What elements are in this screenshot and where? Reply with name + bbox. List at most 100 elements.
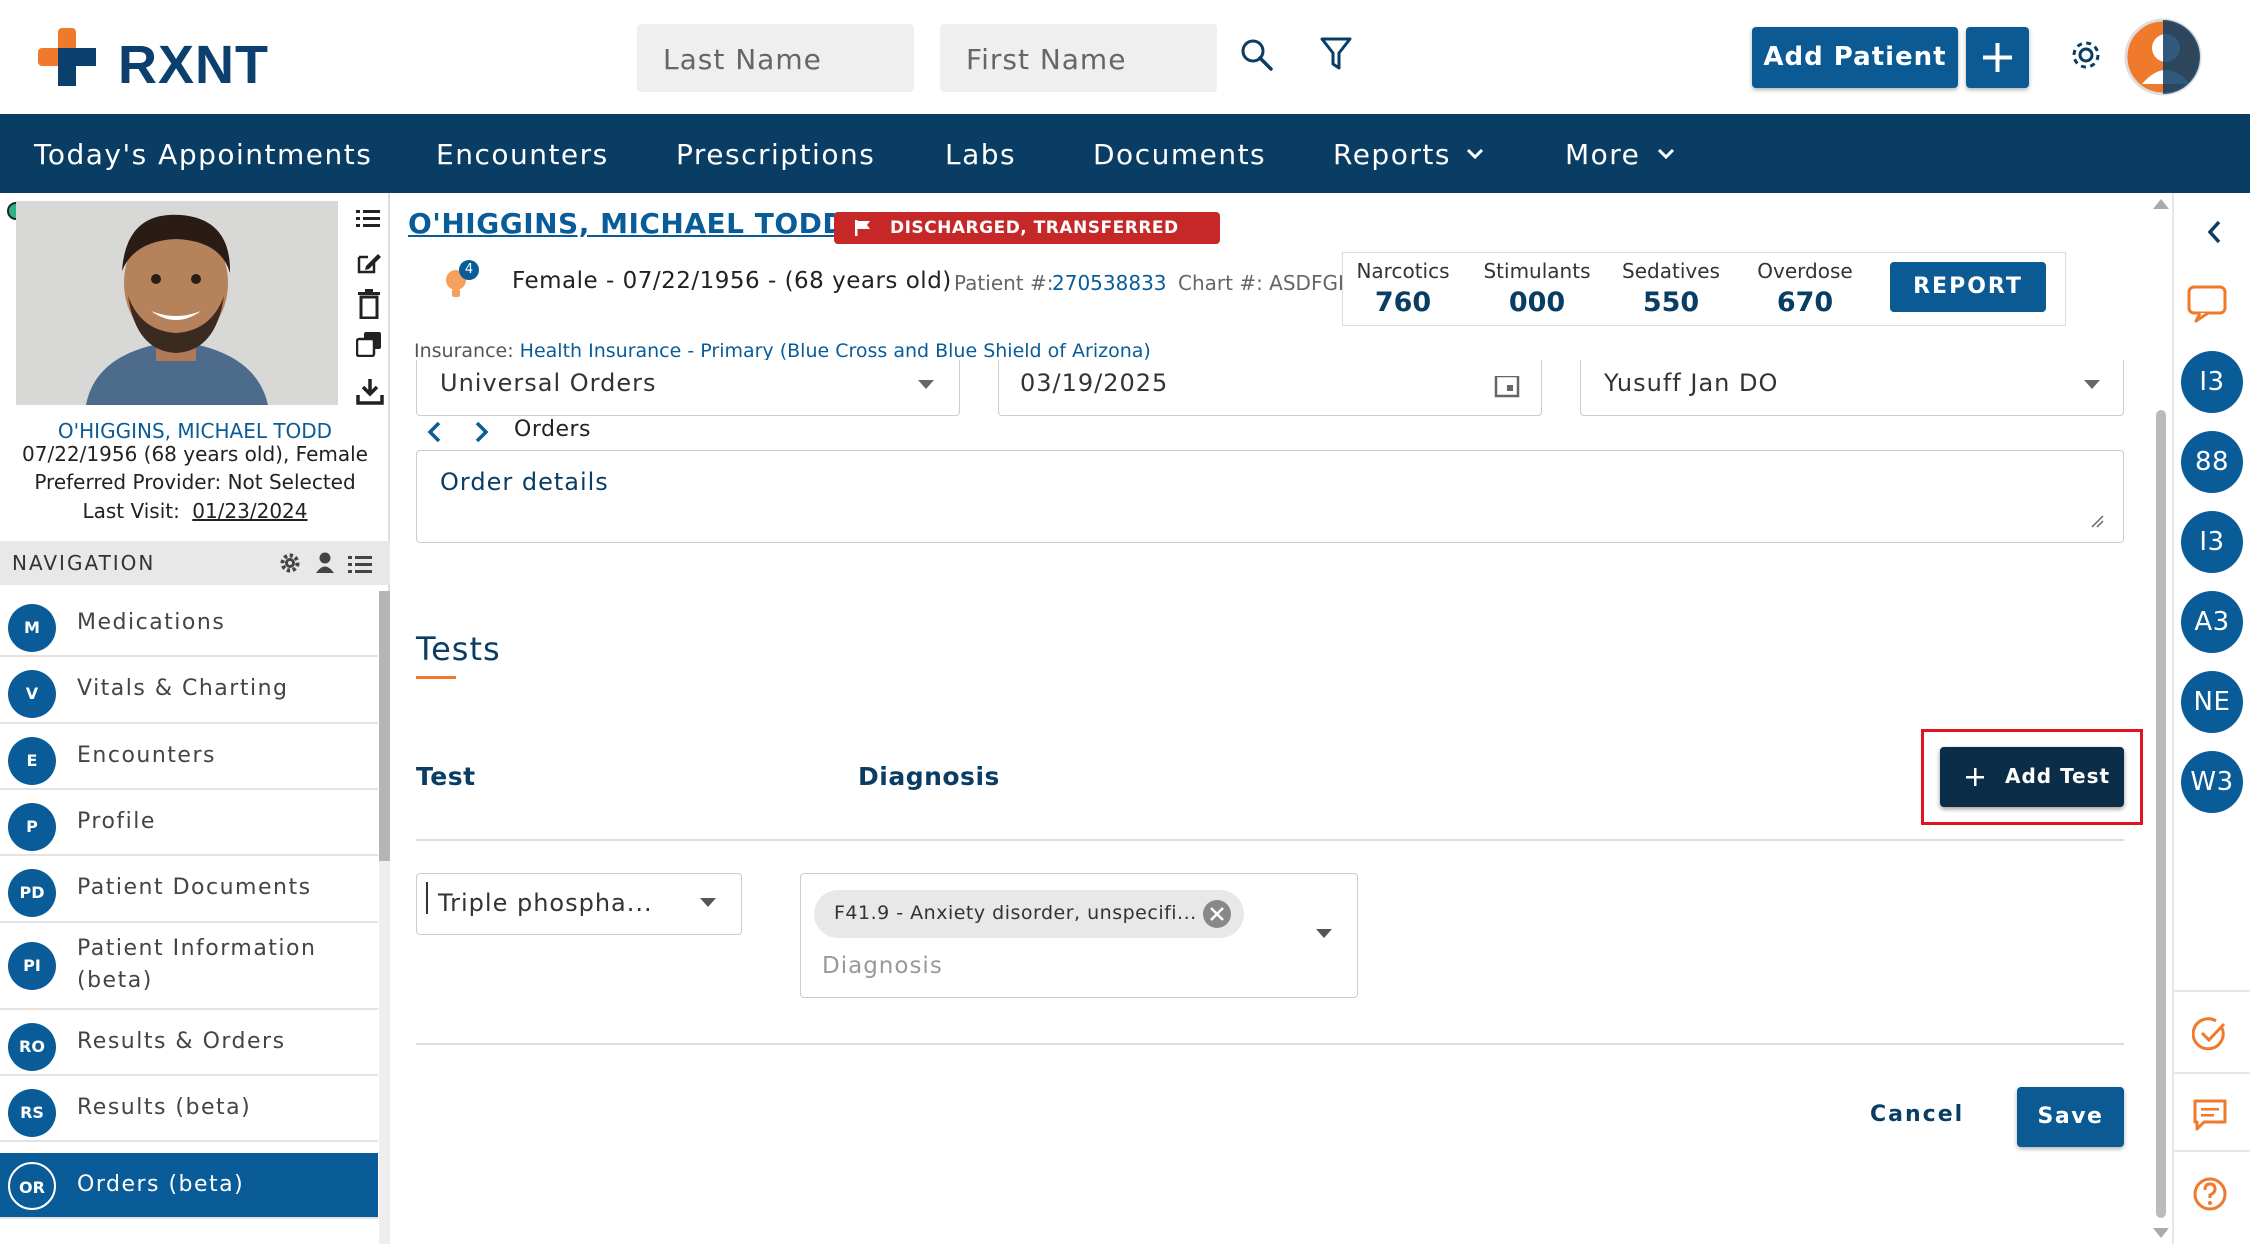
status-badge: DISCHARGED, TRANSFERRED CARE	[834, 212, 1220, 270]
divider	[416, 1043, 2124, 1045]
top-bar: RXNT Last Name First Name Add Patient	[0, 0, 2250, 114]
nav-more[interactable]: More	[1565, 138, 1640, 171]
sidebar-item-badge: P	[8, 803, 56, 851]
stat-label: Sedatives	[1622, 259, 1720, 283]
rail-avatar[interactable]: A3	[2181, 591, 2243, 653]
chart-number: Chart #: ASDFGHJ	[1178, 271, 1342, 295]
sidebar-item-label: Medications	[77, 610, 226, 635]
add-patient-button[interactable]: Add Patient	[1752, 27, 1958, 88]
sidebar-item-label: Vitals & Charting	[77, 676, 289, 701]
nav-reports[interactable]: Reports	[1333, 138, 1451, 171]
sidebar-item-results-orders[interactable]: RO Results & Orders	[0, 1010, 378, 1076]
add-patient-plus-button[interactable]	[1966, 27, 2029, 88]
rail-avatar[interactable]: I3	[2181, 511, 2243, 573]
sidebar-item-label: Encounters	[77, 743, 216, 768]
add-test-label: Add Test	[2005, 764, 2111, 788]
message-icon[interactable]	[2192, 1098, 2228, 1132]
sidebar-item-badge: PI	[8, 942, 56, 990]
user-avatar[interactable]	[2124, 18, 2202, 96]
stat-label: Stimulants	[1483, 259, 1591, 283]
nav-documents[interactable]: Documents	[1093, 138, 1266, 171]
scroll-down-icon[interactable]	[2153, 1227, 2169, 1239]
patient-name-link[interactable]: O'HIGGINS, MICHAEL TODD	[408, 207, 846, 240]
sidebar-item-label: Results & Orders	[77, 1029, 286, 1054]
sidebar-item-badge: M	[8, 604, 56, 652]
list-icon[interactable]	[348, 554, 372, 574]
dropdown-arrow-icon	[2084, 380, 2100, 389]
trash-icon[interactable]	[358, 289, 380, 319]
stat-value: 670	[1776, 287, 1834, 318]
order-type-value: Universal Orders	[440, 372, 657, 397]
search-icon[interactable]	[1240, 38, 1274, 72]
sidebar-item-badge: E	[8, 737, 56, 785]
dropdown-arrow-icon	[1316, 929, 1332, 938]
download-icon[interactable]	[356, 377, 384, 405]
last-name-input[interactable]: Last Name	[637, 24, 914, 92]
remove-chip-icon[interactable]	[1202, 899, 1232, 929]
resize-handle-icon[interactable]	[2090, 514, 2104, 528]
sidebar-item-medications[interactable]: M Medications	[0, 591, 378, 657]
sidebar-item-profile[interactable]: P Profile	[0, 790, 378, 856]
chat-icon[interactable]	[2186, 284, 2230, 324]
sidebar-item-orders-beta[interactable]: OR Orders (beta)	[0, 1153, 378, 1219]
patient-number[interactable]: 270538833	[1052, 271, 1167, 295]
list-icon[interactable]	[356, 207, 380, 229]
sidebar-item-badge: OR	[8, 1162, 56, 1210]
nav-prescriptions[interactable]: Prescriptions	[676, 138, 875, 171]
edit-icon[interactable]	[356, 251, 382, 275]
rail-avatar[interactable]: NE	[2181, 671, 2243, 733]
sidebar-item-encounters[interactable]: E Encounters	[0, 724, 378, 790]
sidebar-item-label: Orders (beta)	[77, 1172, 245, 1197]
settings-icon[interactable]	[280, 553, 300, 573]
task-check-icon[interactable]	[2192, 1016, 2228, 1052]
sidebar-item-results-beta[interactable]: RS Results (beta)	[0, 1076, 378, 1142]
main-scrollbar-thumb[interactable]	[2156, 410, 2166, 1218]
first-name-input[interactable]: First Name	[940, 24, 1217, 92]
nav-encounters[interactable]: Encounters	[436, 138, 609, 171]
diagnosis-chip-label: F41.9 - Anxiety disorder, unspecifi...	[834, 902, 1197, 924]
order-details-textarea[interactable]	[416, 450, 2124, 543]
nav-labs[interactable]: Labs	[945, 138, 1016, 171]
save-button[interactable]: Save	[2017, 1087, 2124, 1147]
last-visit-date[interactable]: 01/23/2024	[192, 499, 307, 523]
calendar-icon[interactable]	[1494, 376, 1520, 398]
copy-icon[interactable]	[356, 331, 382, 357]
chevron-down-icon	[1657, 148, 1675, 160]
rail-avatar[interactable]: W3	[2181, 751, 2243, 813]
diagnosis-chip: F41.9 - Anxiety disorder, unspecifi...	[814, 890, 1244, 938]
rail-divider	[2174, 990, 2250, 992]
stat-label: Overdose	[1757, 259, 1853, 283]
sidebar-item-patient-documents[interactable]: PD Patient Documents	[0, 856, 378, 923]
rail-avatar[interactable]: 88	[2181, 431, 2243, 493]
chevron-down-icon	[1466, 148, 1484, 160]
main-nav-bar: Today's Appointments Encounters Prescrip…	[0, 114, 2250, 193]
chevron-left-icon[interactable]	[426, 421, 442, 443]
sidebar-item-badge: RS	[8, 1089, 56, 1137]
rail-avatar[interactable]: I3	[2181, 351, 2243, 413]
stat-value: 550	[1642, 287, 1700, 318]
collapse-left-icon[interactable]	[2206, 220, 2222, 244]
cancel-button[interactable]: Cancel	[1870, 1102, 1964, 1127]
sidebar-scrollbar-thumb[interactable]	[379, 591, 390, 861]
add-test-button[interactable]: Add Test	[1940, 747, 2124, 807]
plus-icon	[1966, 768, 1984, 786]
report-button[interactable]: REPORT	[1890, 262, 2046, 312]
sidebar-item-patient-information[interactable]: PI Patient Information (beta)	[0, 923, 378, 1010]
insurance-value[interactable]: Health Insurance - Primary (Blue Cross a…	[520, 340, 1151, 362]
sidebar-item-vitals-charting[interactable]: V Vitals & Charting	[0, 657, 378, 724]
chevron-right-icon[interactable]	[474, 421, 490, 443]
sidebar-patient-name[interactable]: O'HIGGINS, MICHAEL TODD	[0, 419, 390, 443]
provider-value: Yusuff Jan DO	[1604, 372, 1779, 397]
person-icon[interactable]	[315, 552, 335, 574]
sidebar-dob: 07/22/1956 (68 years old), Female	[22, 442, 368, 466]
patient-number-label: Patient #:	[954, 271, 1054, 295]
flag-icon	[855, 220, 870, 236]
nav-todays-appointments[interactable]: Today's Appointments	[34, 138, 372, 171]
help-icon[interactable]	[2192, 1176, 2228, 1212]
gear-icon[interactable]	[2068, 37, 2104, 73]
scroll-up-icon[interactable]	[2153, 198, 2169, 210]
divider	[416, 839, 2124, 841]
filter-icon[interactable]	[1320, 36, 1352, 72]
stat-overdose: Overdose 670	[1745, 259, 1865, 318]
sidebar-item-badge: RO	[8, 1023, 56, 1071]
